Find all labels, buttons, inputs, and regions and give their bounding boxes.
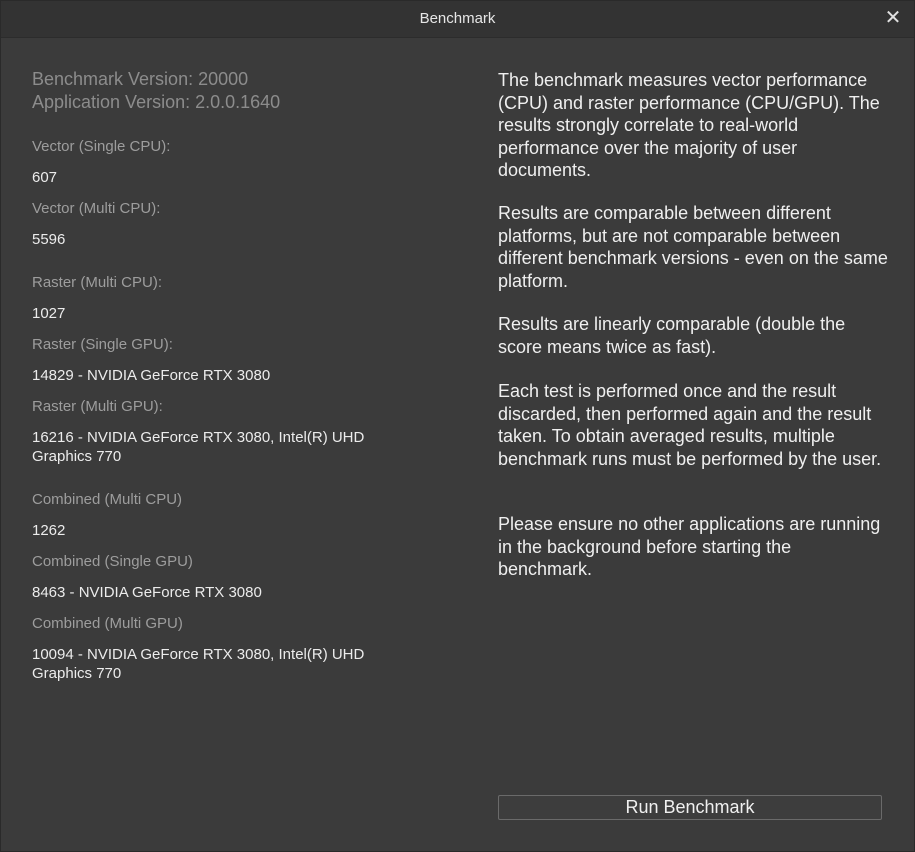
benchmark-window: Benchmark ✕ Benchmark Version: 20000 App… [0, 0, 915, 852]
result-value-raster-multi-cpu: 1027 [32, 305, 66, 322]
window-title: Benchmark [419, 10, 496, 27]
benchmark-version: Benchmark Version: 20000 [32, 69, 249, 89]
description-paragraph: Each test is performed once and the resu… [498, 381, 882, 469]
description-paragraph: Results are comparable between different… [498, 203, 888, 291]
result-label-raster-multi-cpu: Raster (Multi CPU): [32, 274, 163, 291]
description-paragraph: Results are linearly comparable (double … [498, 314, 846, 357]
description-paragraph: Please ensure no other applications are … [498, 514, 881, 579]
result-label-combined-multi-gpu: Combined (Multi GPU) [32, 615, 183, 632]
result-label-combined-single-gpu: Combined (Single GPU) [32, 553, 193, 570]
result-value-vector-single-cpu: 607 [32, 169, 58, 186]
result-value-raster-single-gpu: 14829 - NVIDIA GeForce RTX 3080 [32, 367, 271, 384]
application-version: Application Version: 2.0.0.1640 [32, 92, 281, 112]
result-value-raster-multi-gpu: 16216 - NVIDIA GeForce RTX 3080, Intel(R… [32, 429, 365, 465]
result-value-combined-single-gpu: 8463 - NVIDIA GeForce RTX 3080 [32, 584, 262, 601]
run-benchmark-button[interactable]: Run Benchmark [498, 795, 882, 820]
description-paragraph: The benchmark measures vector performanc… [498, 70, 880, 180]
result-label-vector-single-cpu: Vector (Single CPU): [32, 138, 171, 155]
result-label-combined-multi-cpu: Combined (Multi CPU) [32, 491, 183, 508]
result-value-combined-multi-cpu: 1262 [32, 522, 66, 539]
result-label-raster-multi-gpu: Raster (Multi GPU): [32, 398, 163, 415]
title-bar: Benchmark ✕ [1, 1, 914, 38]
close-icon[interactable]: ✕ [882, 7, 904, 29]
result-label-vector-multi-cpu: Vector (Multi CPU): [32, 200, 161, 217]
result-value-combined-multi-gpu: 10094 - NVIDIA GeForce RTX 3080, Intel(R… [32, 646, 365, 682]
result-value-vector-multi-cpu: 5596 [32, 231, 66, 248]
result-label-raster-single-gpu: Raster (Single GPU): [32, 336, 173, 353]
